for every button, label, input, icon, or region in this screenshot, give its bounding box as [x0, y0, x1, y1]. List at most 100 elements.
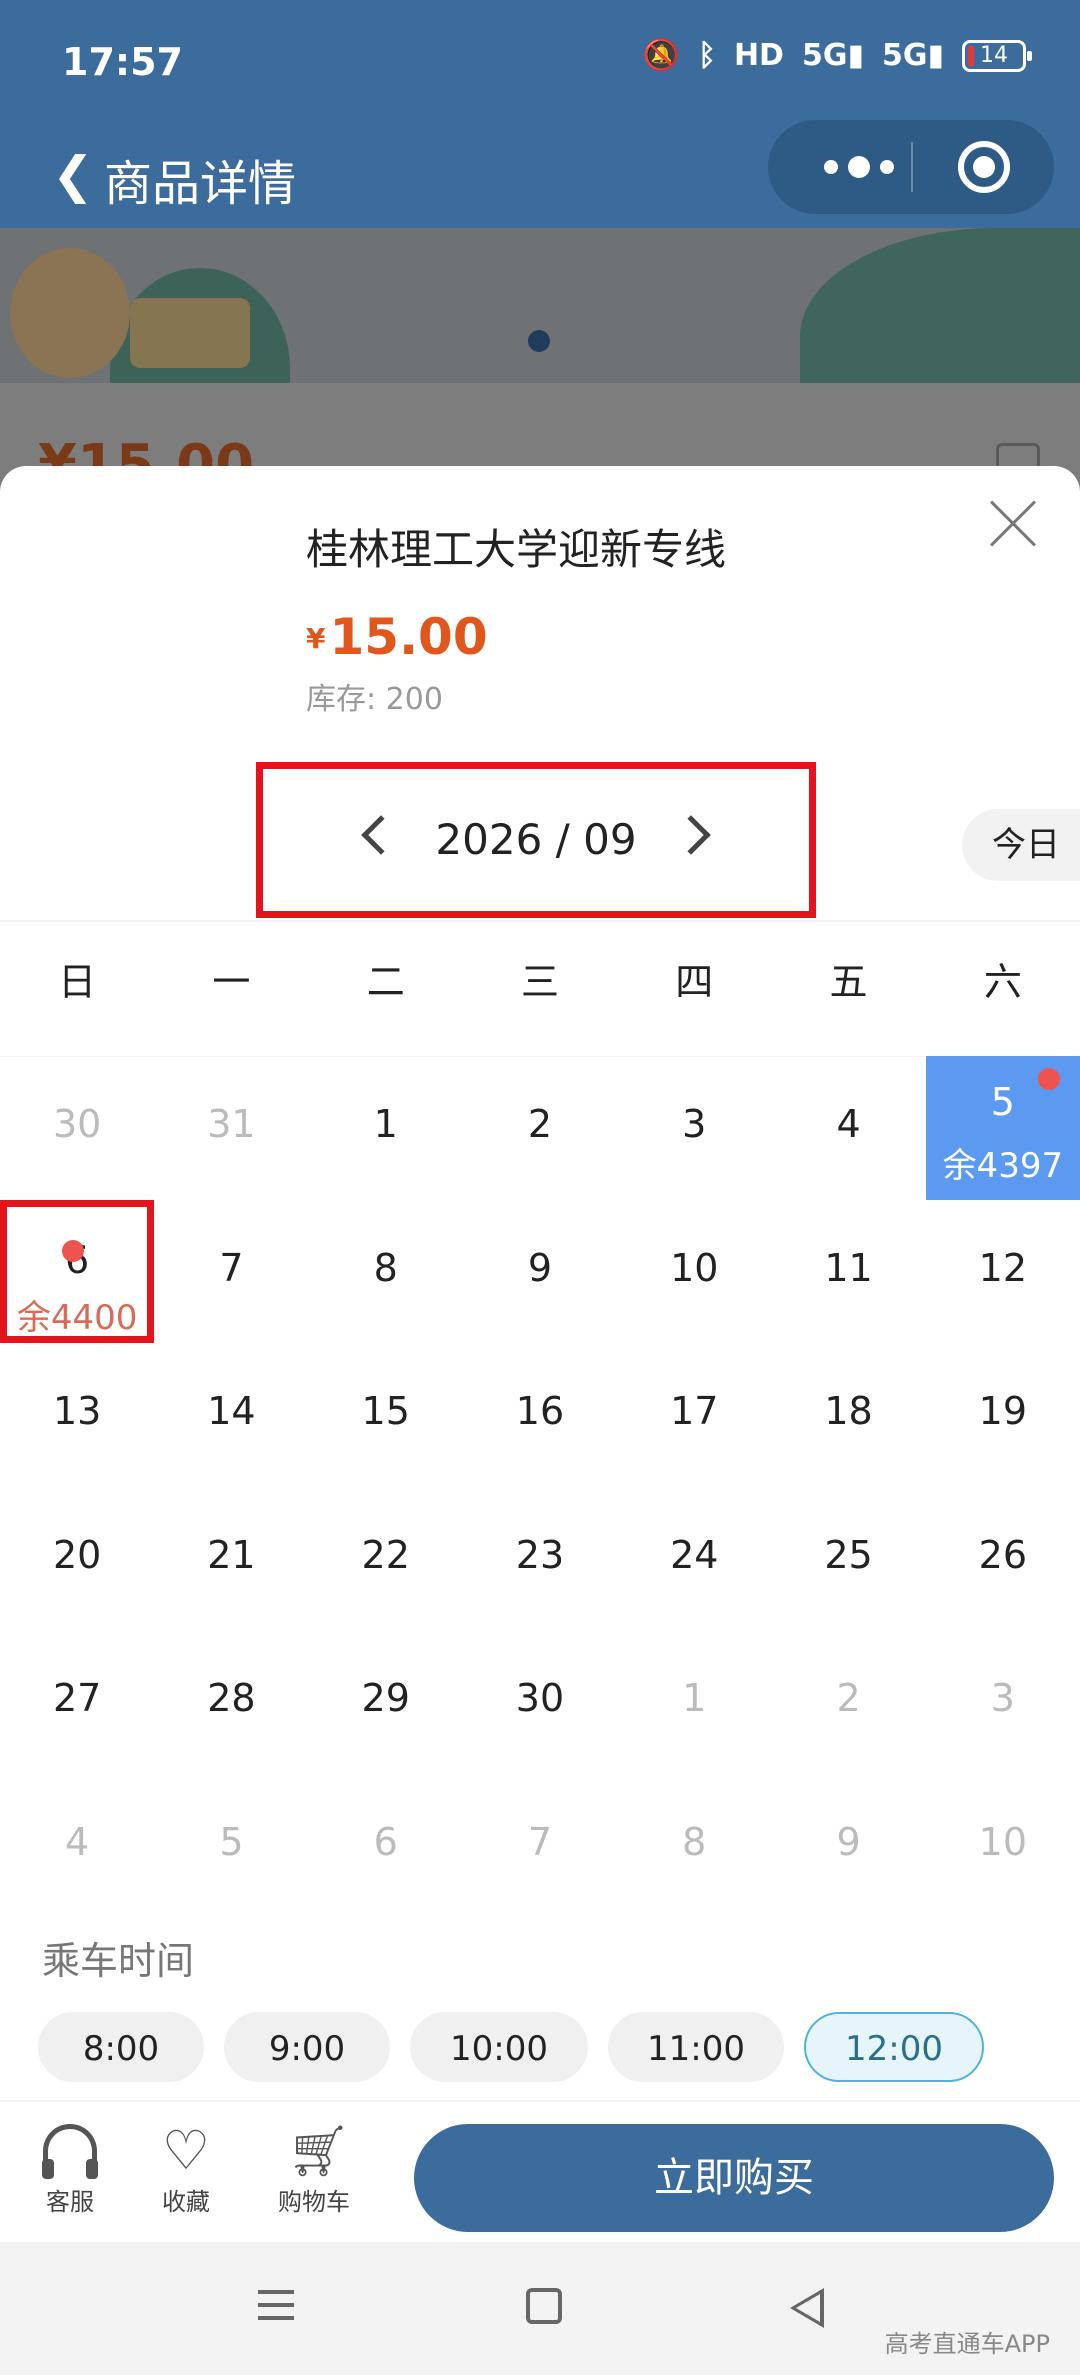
calendar-day[interactable]: 19 — [926, 1343, 1080, 1487]
calendar-day[interactable]: 17 — [617, 1343, 771, 1487]
calendar-day[interactable]: 26 — [926, 1487, 1080, 1631]
day-number: 11 — [824, 1245, 873, 1290]
product-banner — [0, 228, 1080, 383]
calendar-day[interactable]: 3 — [617, 1056, 771, 1200]
day-number: 8 — [682, 1819, 707, 1864]
calendar-day: 30 — [0, 1056, 154, 1200]
weekday-header: 日一二三四五六 — [0, 922, 1080, 1042]
calendar-day[interactable]: 29 — [309, 1630, 463, 1774]
day-number: 5 — [219, 1819, 244, 1864]
close-miniprogram-icon[interactable] — [958, 141, 1010, 193]
calendar-day: 31 — [154, 1056, 308, 1200]
favorite-button[interactable]: ♡ 收藏 — [126, 2118, 246, 2217]
calendar-day[interactable]: 16 — [463, 1343, 617, 1487]
weekday-label: 日 — [58, 960, 97, 1004]
calendar-day[interactable]: 28 — [154, 1630, 308, 1774]
calendar-day[interactable]: 9 — [463, 1200, 617, 1344]
signal-5g-icon: 5G▮ — [881, 38, 944, 73]
day-number: 2 — [527, 1102, 553, 1146]
day-number: 16 — [515, 1389, 565, 1433]
calendar-day[interactable]: 7 — [154, 1200, 308, 1344]
calendar-day[interactable]: 22 — [309, 1487, 463, 1631]
day-number: 13 — [52, 1389, 102, 1433]
calendar-day: 3 — [926, 1630, 1080, 1774]
price-amount: 15.00 — [329, 608, 488, 666]
day-number: 18 — [824, 1389, 873, 1433]
day-number: 3 — [682, 1102, 707, 1146]
currency-symbol: ¥ — [306, 622, 326, 655]
day-number: 9 — [527, 1245, 553, 1290]
close-icon[interactable] — [988, 500, 1036, 548]
calendar-day[interactable]: 14 — [154, 1343, 308, 1487]
page-header: ❮ 商品详情 — [0, 120, 1080, 228]
calendar-week: 20 21 22 23 24 25 26 — [0, 1487, 1080, 1631]
calendar-day: 7 — [463, 1774, 617, 1918]
day-number: 14 — [207, 1389, 256, 1433]
calendar-day[interactable]: 10 — [617, 1200, 771, 1344]
calendar-day[interactable]: 2 — [463, 1056, 617, 1200]
menu-icon[interactable] — [258, 2290, 294, 2320]
calendar-day: 6 — [309, 1774, 463, 1918]
time-slot[interactable]: 8:00 — [38, 2012, 204, 2082]
day-number: 7 — [527, 1819, 553, 1864]
calendar-day[interactable]: 27 — [0, 1630, 154, 1774]
day-number: 30 — [515, 1676, 565, 1720]
calendar-day[interactable]: 4 — [771, 1056, 925, 1200]
calendar-week: 30 31 1 2 3 4 5 余4397 — [0, 1056, 1080, 1200]
calendar-week: 6余4400 7 8 9 10 11 12 — [0, 1199, 1080, 1344]
calendar-day[interactable]: 25 — [771, 1487, 925, 1631]
time-slot[interactable]: 12:00 — [804, 2012, 984, 2082]
favorite-label: 收藏 — [162, 2188, 210, 2216]
calendar-day[interactable]: 12 — [926, 1200, 1080, 1344]
calendar-week: 4 5 6 7 8 9 10 — [0, 1774, 1080, 1918]
today-button[interactable]: 今日 — [962, 809, 1080, 881]
cart-button[interactable]: 🛒︎ 购物车 — [254, 2118, 374, 2217]
home-icon[interactable] — [526, 2288, 562, 2324]
bus-image — [130, 298, 250, 368]
availability-dot — [62, 1239, 85, 1262]
calendar-day[interactable]: 30 — [463, 1630, 617, 1774]
calendar-day[interactable]: 1 — [309, 1056, 463, 1200]
time-slot[interactable]: 11:00 — [608, 2012, 784, 2082]
battery-level: 14 — [980, 42, 1008, 68]
calendar-day[interactable]: 8 — [309, 1200, 463, 1344]
day-number: 1 — [682, 1676, 707, 1720]
time-slot[interactable]: 9:00 — [224, 2012, 390, 2082]
day-number: 22 — [361, 1532, 410, 1577]
product-price: ¥15.00 — [306, 608, 488, 666]
day-number: 21 — [207, 1532, 256, 1577]
weekday-label: 三 — [520, 960, 559, 1004]
calendar-day[interactable]: 23 — [463, 1487, 617, 1631]
hd-icon: HD — [733, 38, 784, 73]
cart-icon: 🛒︎ — [287, 2122, 351, 2180]
calendar-day[interactable]: 20 — [0, 1487, 154, 1631]
time-slot[interactable]: 10:00 — [410, 2012, 588, 2082]
service-button[interactable]: 客服 — [10, 2118, 130, 2217]
day-number: 29 — [361, 1676, 410, 1720]
back-nav-icon[interactable] — [790, 2288, 824, 2328]
calendar-day[interactable]: 13 — [0, 1343, 154, 1487]
day-number: 2 — [836, 1676, 861, 1720]
mascot-image — [10, 248, 130, 378]
day-number: 12 — [978, 1245, 1027, 1290]
calendar-day[interactable]: 5 余4397 — [925, 1056, 1080, 1200]
signal-5g-icon: 5G▮ — [801, 38, 864, 73]
calendar-day[interactable]: 15 — [309, 1343, 463, 1487]
day-number: 15 — [361, 1389, 410, 1433]
day-number: 20 — [52, 1532, 102, 1577]
calendar-day[interactable]: 18 — [771, 1343, 925, 1487]
day-remaining: 余4400 — [16, 1297, 138, 1338]
day-number: 10 — [978, 1819, 1027, 1864]
calendar-day[interactable]: 21 — [154, 1487, 308, 1631]
buy-now-button[interactable]: 立即购买 — [414, 2124, 1054, 2232]
day-number: 9 — [836, 1819, 861, 1864]
calendar-day[interactable]: 24 — [617, 1487, 771, 1631]
calendar-day[interactable]: 11 — [771, 1200, 925, 1344]
calendar-day[interactable]: 6余4400 — [0, 1199, 155, 1343]
more-icon[interactable] — [804, 140, 914, 194]
calendar-day: 5 — [154, 1774, 308, 1918]
back-arrow-icon[interactable]: ❮ — [52, 150, 94, 200]
day-number: 31 — [207, 1102, 256, 1146]
calendar-day: 1 — [617, 1630, 771, 1774]
action-bar: 客服 ♡ 收藏 🛒︎ 购物车 立即购买 — [0, 2102, 1080, 2242]
